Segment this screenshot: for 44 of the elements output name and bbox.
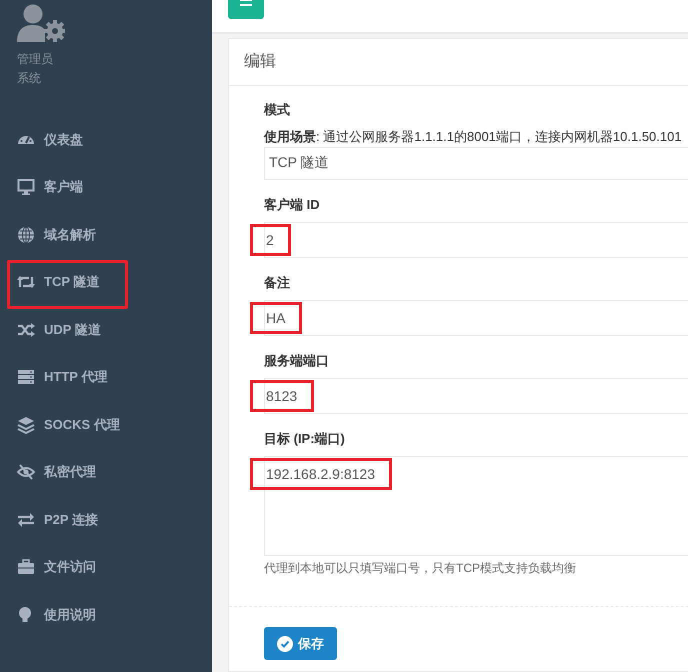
input-field[interactable] bbox=[264, 222, 688, 258]
check-circle-icon bbox=[277, 636, 293, 652]
layers-icon bbox=[17, 416, 35, 434]
nav-item[interactable]: 域名解析 bbox=[0, 211, 212, 258]
nav-item[interactable]: 客户端 bbox=[0, 164, 212, 211]
field-label: 服务端端口 bbox=[264, 352, 329, 370]
field-value: 2 bbox=[266, 232, 274, 248]
nav-item[interactable]: 文件访问 bbox=[0, 544, 212, 591]
help-text: 代理到本地可以只填写端口号，只有TCP模式支持负载均衡 bbox=[264, 560, 576, 576]
nav-item[interactable]: 私密代理 bbox=[0, 448, 212, 496]
field-label: 模式 bbox=[264, 101, 290, 119]
nav-item[interactable]: 使用说明 bbox=[0, 591, 212, 638]
nav-item[interactable]: HTTP 代理 bbox=[0, 354, 212, 401]
nav-item[interactable]: 仪表盘 bbox=[0, 116, 212, 164]
field-value: 8123 bbox=[266, 388, 298, 404]
gauge-icon bbox=[17, 134, 35, 145]
monitor-icon bbox=[17, 178, 35, 196]
field-value: HA bbox=[266, 310, 286, 326]
user-gear-icon bbox=[17, 4, 65, 42]
globe-icon bbox=[17, 226, 35, 244]
shuffle-icon bbox=[17, 320, 35, 339]
nav-item[interactable]: P2P 连接 bbox=[0, 496, 212, 544]
field-value: TCP 隧道 bbox=[269, 154, 329, 172]
menu-icon bbox=[240, 0, 252, 9]
text-area[interactable] bbox=[264, 456, 688, 556]
field-value: 192.168.2.9:8123 bbox=[266, 466, 375, 482]
nav-item[interactable]: UDP 隧道 bbox=[0, 306, 212, 354]
input-field[interactable] bbox=[264, 378, 688, 414]
field-label: 目标 (IP:端口) bbox=[264, 430, 345, 448]
nav-item[interactable]: TCP 隧道 bbox=[0, 258, 212, 306]
eye-slash-icon bbox=[17, 463, 35, 482]
nav-item[interactable]: SOCKS 代理 bbox=[0, 401, 212, 448]
field-label: 备注 bbox=[264, 274, 290, 292]
server-icon bbox=[17, 368, 35, 386]
user-role: 系统 bbox=[17, 70, 41, 87]
user-name: 管理员 bbox=[17, 51, 53, 68]
field-label: 客户端 ID bbox=[264, 196, 320, 214]
exchange-icon bbox=[17, 510, 35, 529]
select-field[interactable] bbox=[264, 147, 688, 180]
save-button[interactable]: 保存 bbox=[264, 627, 337, 660]
input-field[interactable] bbox=[264, 300, 688, 336]
field-description: 使用场景: 通过公网服务器1.1.1.1的8001端口，连接内网机器10.1.50.101 bbox=[264, 128, 682, 146]
briefcase-icon bbox=[17, 558, 35, 576]
card-title: 编辑 bbox=[229, 39, 688, 86]
